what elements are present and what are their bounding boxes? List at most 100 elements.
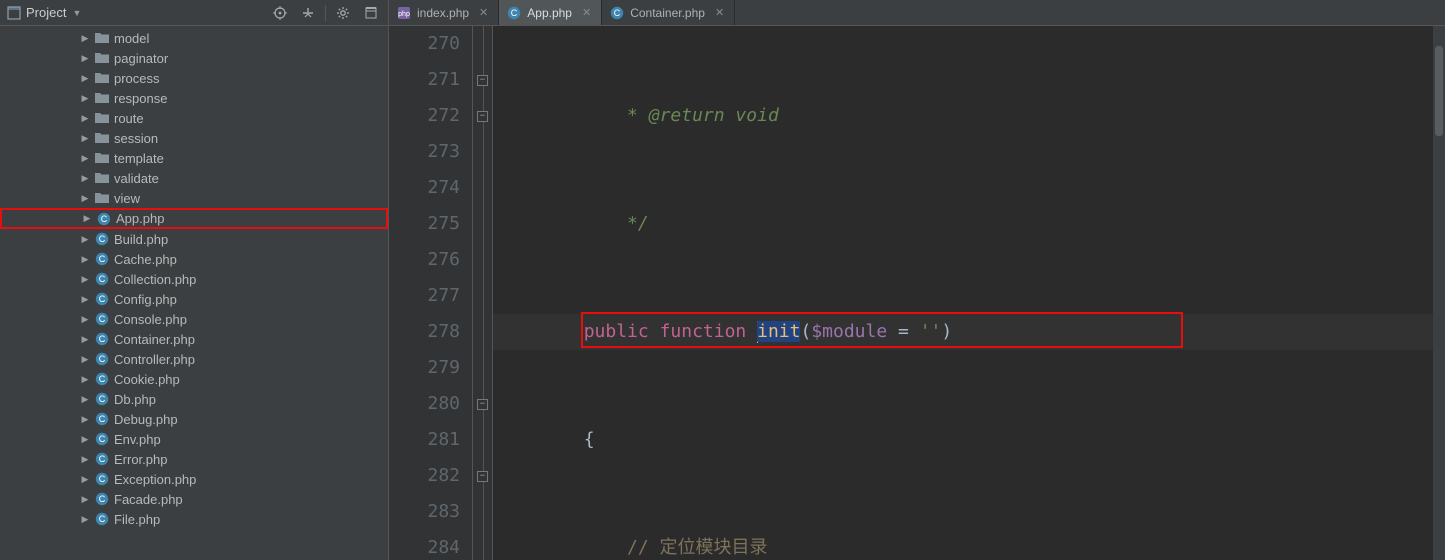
expand-arrow-icon[interactable]: ▶ <box>80 153 90 164</box>
line-number[interactable]: 273 <box>389 134 460 170</box>
tree-folder[interactable]: ▶template <box>0 148 388 168</box>
line-number-gutter[interactable]: 2702712722732742752762772782792802812822… <box>389 26 473 560</box>
line-number[interactable]: 278 <box>389 314 460 350</box>
hide-panel-icon[interactable] <box>360 2 382 24</box>
line-number[interactable]: 280 <box>389 386 460 422</box>
close-icon[interactable]: ✕ <box>715 6 724 19</box>
expand-arrow-icon[interactable]: ▶ <box>80 294 90 305</box>
expand-arrow-icon[interactable]: ▶ <box>80 53 90 64</box>
expand-arrow-icon[interactable]: ▶ <box>80 434 90 445</box>
line-number[interactable]: 272 <box>389 98 460 134</box>
fold-cell[interactable]: − <box>473 62 492 98</box>
expand-arrow-icon[interactable]: ▶ <box>80 334 90 345</box>
tree-file[interactable]: ▶CConfig.php <box>0 289 388 309</box>
expand-arrow-icon[interactable]: ▶ <box>80 374 90 385</box>
tree-folder[interactable]: ▶process <box>0 68 388 88</box>
expand-arrow-icon[interactable]: ▶ <box>80 394 90 405</box>
tree-file[interactable]: ▶CContainer.php <box>0 329 388 349</box>
collapse-all-icon[interactable] <box>297 2 319 24</box>
tree-folder[interactable]: ▶response <box>0 88 388 108</box>
fold-cell[interactable] <box>473 242 492 278</box>
editor-tab[interactable]: CApp.php✕ <box>499 0 602 25</box>
fold-cell[interactable]: − <box>473 386 492 422</box>
expand-arrow-icon[interactable]: ▶ <box>80 133 90 144</box>
tree-file[interactable]: ▶CApp.php <box>0 208 388 229</box>
fold-cell[interactable] <box>473 278 492 314</box>
fold-cell[interactable] <box>473 134 492 170</box>
tree-file[interactable]: ▶CException.php <box>0 469 388 489</box>
tree-file[interactable]: ▶CController.php <box>0 349 388 369</box>
expand-arrow-icon[interactable]: ▶ <box>80 254 90 265</box>
tree-file[interactable]: ▶CBuild.php <box>0 229 388 249</box>
tree-file[interactable]: ▶CFile.php <box>0 509 388 529</box>
expand-arrow-icon[interactable]: ▶ <box>80 173 90 184</box>
close-icon[interactable]: ✕ <box>479 6 488 19</box>
fold-handle-icon[interactable]: − <box>477 471 488 482</box>
fold-handle-icon[interactable]: − <box>477 111 488 122</box>
settings-gear-icon[interactable] <box>332 2 354 24</box>
locate-icon[interactable] <box>269 2 291 24</box>
expand-arrow-icon[interactable]: ▶ <box>80 193 90 204</box>
tree-folder[interactable]: ▶route <box>0 108 388 128</box>
tree-folder[interactable]: ▶validate <box>0 168 388 188</box>
tree-folder[interactable]: ▶session <box>0 128 388 148</box>
tree-file[interactable]: ▶CError.php <box>0 449 388 469</box>
expand-arrow-icon[interactable]: ▶ <box>80 494 90 505</box>
tree-file[interactable]: ▶CDb.php <box>0 389 388 409</box>
tree-folder[interactable]: ▶paginator <box>0 48 388 68</box>
expand-arrow-icon[interactable]: ▶ <box>80 474 90 485</box>
project-dropdown-caret[interactable]: ▼ <box>72 8 81 18</box>
fold-handle-icon[interactable]: − <box>477 75 488 86</box>
expand-arrow-icon[interactable]: ▶ <box>80 514 90 525</box>
close-icon[interactable]: ✕ <box>582 6 591 19</box>
line-number[interactable]: 276 <box>389 242 460 278</box>
fold-cell[interactable] <box>473 206 492 242</box>
expand-arrow-icon[interactable]: ▶ <box>80 314 90 325</box>
fold-gutter[interactable]: − − − − <box>473 26 493 560</box>
expand-arrow-icon[interactable]: ▶ <box>80 73 90 84</box>
expand-arrow-icon[interactable]: ▶ <box>80 414 90 425</box>
fold-cell[interactable] <box>473 170 492 206</box>
tree-file[interactable]: ▶CEnv.php <box>0 429 388 449</box>
tree-file[interactable]: ▶CDebug.php <box>0 409 388 429</box>
line-number[interactable]: 275 <box>389 206 460 242</box>
project-title[interactable]: Project <box>26 5 66 20</box>
tree-folder[interactable]: ▶view <box>0 188 388 208</box>
vertical-scrollbar[interactable] <box>1433 26 1445 560</box>
line-number[interactable]: 279 <box>389 350 460 386</box>
expand-arrow-icon[interactable]: ▶ <box>80 33 90 44</box>
expand-arrow-icon[interactable]: ▶ <box>82 213 92 224</box>
fold-cell[interactable] <box>473 350 492 386</box>
project-tree[interactable]: ▶model▶paginator▶process▶response▶route▶… <box>0 26 388 529</box>
fold-handle-icon[interactable]: − <box>477 399 488 410</box>
expand-arrow-icon[interactable]: ▶ <box>80 234 90 245</box>
fold-cell[interactable] <box>473 314 492 350</box>
line-number[interactable]: 281 <box>389 422 460 458</box>
line-number[interactable]: 277 <box>389 278 460 314</box>
fold-cell[interactable] <box>473 494 492 530</box>
expand-arrow-icon[interactable]: ▶ <box>80 274 90 285</box>
tree-file[interactable]: ▶CCookie.php <box>0 369 388 389</box>
tree-folder[interactable]: ▶model <box>0 28 388 48</box>
line-number[interactable]: 284 <box>389 530 460 560</box>
expand-arrow-icon[interactable]: ▶ <box>80 93 90 104</box>
expand-arrow-icon[interactable]: ▶ <box>80 354 90 365</box>
scrollbar-thumb[interactable] <box>1435 46 1443 136</box>
expand-arrow-icon[interactable]: ▶ <box>80 454 90 465</box>
code-editor[interactable]: * @return void */ public function init($… <box>493 26 1433 560</box>
fold-cell[interactable]: − <box>473 98 492 134</box>
tree-file[interactable]: ▶CFacade.php <box>0 489 388 509</box>
expand-arrow-icon[interactable]: ▶ <box>80 113 90 124</box>
tree-file[interactable]: ▶CCache.php <box>0 249 388 269</box>
line-number[interactable]: 270 <box>389 26 460 62</box>
fold-cell[interactable]: − <box>473 458 492 494</box>
editor-tab[interactable]: phpindex.php✕ <box>389 0 499 25</box>
line-number[interactable]: 283 <box>389 494 460 530</box>
line-number[interactable]: 271 <box>389 62 460 98</box>
fold-cell[interactable] <box>473 422 492 458</box>
editor-tab[interactable]: CContainer.php✕ <box>602 0 735 25</box>
line-number[interactable]: 274 <box>389 170 460 206</box>
tree-file[interactable]: ▶CCollection.php <box>0 269 388 289</box>
fold-cell[interactable] <box>473 530 492 560</box>
tree-file[interactable]: ▶CConsole.php <box>0 309 388 329</box>
